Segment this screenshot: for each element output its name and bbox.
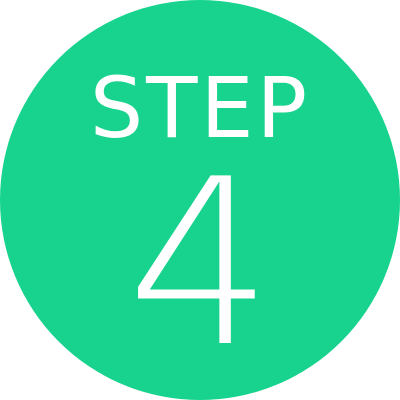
step-number: 4 [126, 131, 274, 398]
step-badge: STEP 4 [0, 0, 400, 400]
